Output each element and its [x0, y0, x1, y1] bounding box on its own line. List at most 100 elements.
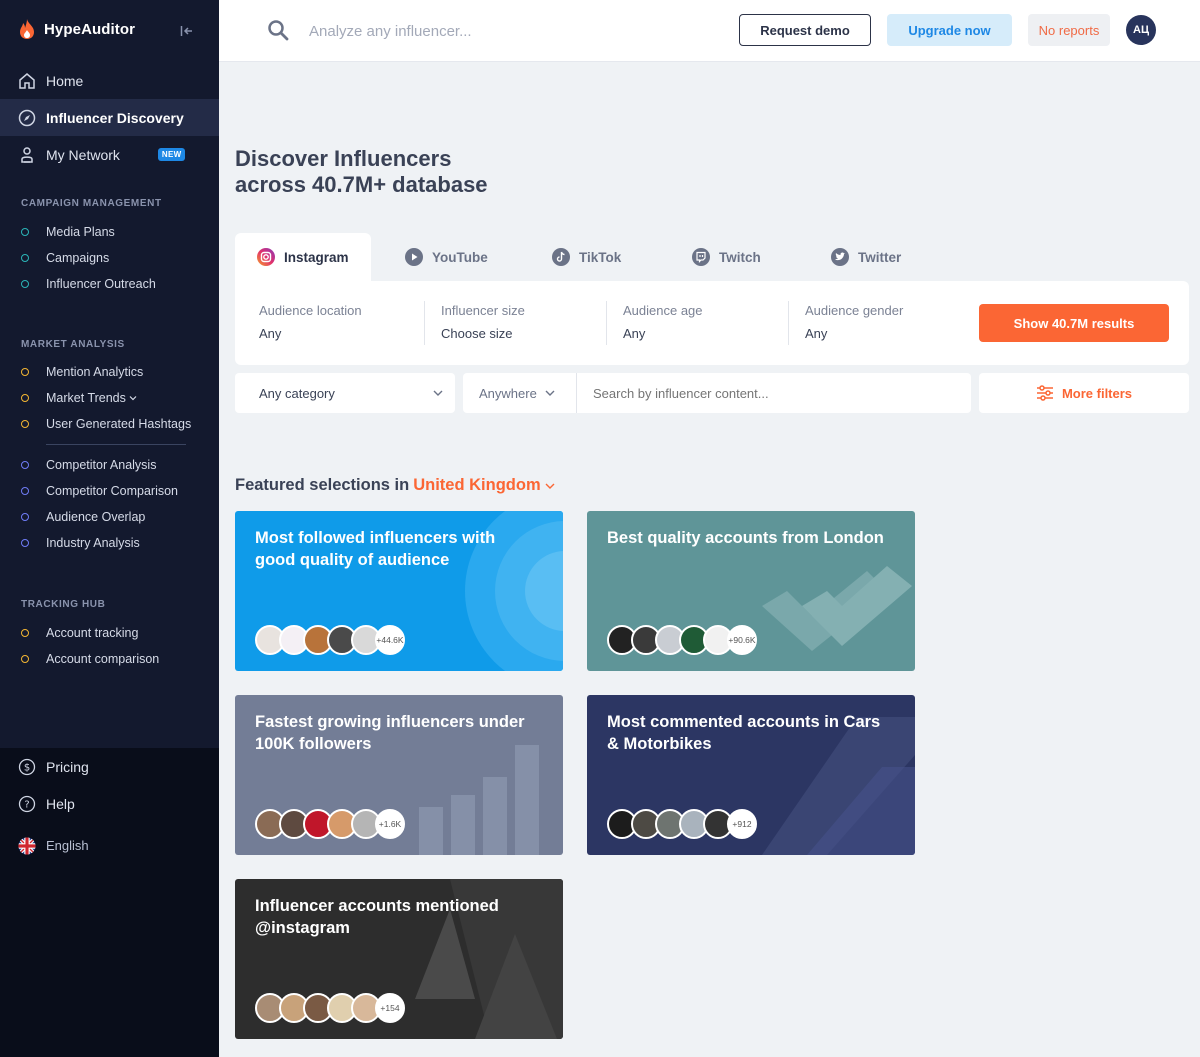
more-count: +44.6K: [375, 625, 405, 655]
content-search-group: Anywhere: [463, 373, 971, 413]
search-icon: [268, 20, 289, 41]
nav-pricing[interactable]: $ Pricing: [0, 748, 219, 785]
card-title: Fastest growing influencers under 100K f…: [255, 713, 525, 753]
card-title: Most followed influencers with good qual…: [255, 529, 496, 569]
user-avatar[interactable]: АЦ: [1126, 15, 1156, 45]
nav-network-label: My Network: [46, 146, 120, 163]
avatar-stack: +1.6K: [255, 809, 405, 839]
chevron-down-icon[interactable]: [545, 481, 555, 491]
nav-media-plans[interactable]: Media Plans: [21, 225, 115, 239]
featured-card-fastest-growing[interactable]: Fastest growing influencers under 100K f…: [235, 695, 563, 855]
twitter-icon: [831, 248, 849, 266]
reports-button[interactable]: No reports: [1028, 14, 1110, 46]
tab-instagram[interactable]: Instagram: [235, 233, 371, 281]
language-label: English: [46, 838, 89, 853]
card-title: Best quality accounts from London: [607, 529, 884, 547]
bullet-icon: [21, 513, 29, 521]
nav-campaigns[interactable]: Campaigns: [21, 251, 109, 265]
nav-account-tracking[interactable]: Account tracking: [21, 626, 138, 640]
filter-audience-location[interactable]: Audience location Any: [259, 303, 429, 341]
chevron-down-icon: [129, 396, 137, 401]
nav-home[interactable]: Home: [0, 62, 219, 99]
section-campaign-management: CAMPAIGN MANAGEMENT: [21, 198, 162, 209]
home-icon: [18, 72, 36, 90]
divider: [606, 301, 607, 345]
app-name: HypeAuditor: [44, 20, 136, 38]
nav-competitor-analysis[interactable]: Competitor Analysis: [21, 458, 156, 472]
collapse-sidebar-icon[interactable]: [180, 24, 194, 38]
filter-audience-gender[interactable]: Audience gender Any: [805, 303, 975, 341]
bullet-icon: [21, 420, 29, 428]
flame-icon: [20, 19, 34, 39]
tab-youtube[interactable]: YouTube: [405, 233, 488, 281]
avatar-stack: +44.6K: [255, 625, 405, 655]
featured-card-mentioned-instagram[interactable]: Influencer accounts mentioned @instagram…: [235, 879, 563, 1039]
featured-card-most-followed[interactable]: Most followed influencers with good qual…: [235, 511, 563, 671]
nav-label: Influencer Outreach: [46, 277, 156, 291]
featured-location-select[interactable]: United Kingdom: [413, 476, 540, 495]
divider: [788, 301, 789, 345]
avatar-stack: +154: [255, 993, 405, 1023]
nav-influencer-outreach[interactable]: Influencer Outreach: [21, 277, 156, 291]
chevron-down-icon: [433, 390, 443, 396]
tiktok-icon: [552, 248, 570, 266]
tab-twitch-label: Twitch: [719, 249, 761, 265]
nav-label: Market Trends: [46, 391, 126, 405]
page-title-line1: Discover Influencers: [235, 146, 452, 171]
more-count: +154: [375, 993, 405, 1023]
nav-label: Mention Analytics: [46, 365, 144, 379]
nav-user-generated-hashtags[interactable]: User Generated Hashtags: [21, 417, 191, 431]
more-count: +912: [727, 809, 757, 839]
filter-audience-age[interactable]: Audience age Any: [623, 303, 793, 341]
divider: [46, 444, 186, 445]
card-title: Most commented accounts in Cars & Motorb…: [607, 713, 881, 753]
nav-industry-analysis[interactable]: Industry Analysis: [21, 536, 140, 550]
nav-label: Competitor Analysis: [46, 458, 157, 472]
nav-mention-analytics[interactable]: Mention Analytics: [21, 365, 143, 379]
compass-icon: [18, 109, 36, 127]
show-results-button[interactable]: Show 40.7M results: [979, 304, 1169, 342]
nav-label: Account comparison: [46, 652, 160, 666]
nav-influencer-discovery[interactable]: Influencer Discovery: [0, 99, 219, 136]
sidebar: HypeAuditor Home Influencer Discovery My…: [0, 0, 219, 1057]
page-title: Discover Influencers across 40.7M+ datab…: [235, 146, 488, 198]
nav-discovery-label: Influencer Discovery: [46, 109, 184, 126]
filter-label: Audience age: [623, 303, 703, 318]
nav-audience-overlap[interactable]: Audience Overlap: [21, 510, 145, 524]
more-filters-label: More filters: [1061, 385, 1133, 401]
featured-card-best-quality-london[interactable]: Best quality accounts from London +90.6K: [587, 511, 915, 671]
sliders-icon: [1036, 385, 1053, 401]
network-icon: [18, 146, 36, 164]
twitch-icon: [692, 248, 710, 266]
content-search-input[interactable]: [577, 374, 971, 412]
filter-influencer-size[interactable]: Influencer size Choose size: [441, 303, 611, 341]
tab-instagram-label: Instagram: [284, 249, 349, 265]
logo[interactable]: HypeAuditor: [18, 18, 135, 40]
request-demo-button[interactable]: Request demo: [739, 14, 871, 46]
location-select[interactable]: Anywhere: [463, 373, 577, 413]
category-select[interactable]: Any category: [235, 373, 455, 413]
bullet-icon: [21, 539, 29, 547]
more-filters-button[interactable]: More filters: [979, 373, 1189, 413]
featured-card-most-commented-cars[interactable]: Most commented accounts in Cars & Motorb…: [587, 695, 915, 855]
section-tracking-hub: TRACKING HUB: [21, 599, 106, 610]
tab-twitter[interactable]: Twitter: [831, 233, 901, 281]
nav-account-comparison[interactable]: Account comparison: [21, 652, 159, 666]
nav-help[interactable]: ? Help: [0, 785, 219, 822]
nav-competitor-comparison[interactable]: Competitor Comparison: [21, 484, 178, 498]
nav-market-trends[interactable]: Market Trends: [21, 391, 137, 405]
filter-value: Any: [623, 326, 646, 341]
language-selector[interactable]: English: [0, 827, 219, 864]
dollar-icon: $: [18, 758, 36, 776]
new-badge: NEW: [157, 148, 186, 161]
bullet-icon: [21, 394, 29, 402]
platform-search-card: Instagram YouTube TikTok Twitch Twitter …: [235, 233, 1189, 365]
avatar-stack: +912: [607, 809, 757, 839]
tab-twitch[interactable]: Twitch: [692, 233, 761, 281]
tab-tiktok[interactable]: TikTok: [552, 233, 621, 281]
bullet-icon: [21, 487, 29, 495]
page-title-line2: across 40.7M+ database: [235, 172, 488, 197]
nav-my-network[interactable]: My Network NEW: [0, 136, 219, 173]
influencer-search-input[interactable]: [309, 18, 609, 44]
upgrade-now-button[interactable]: Upgrade now: [887, 14, 1012, 46]
